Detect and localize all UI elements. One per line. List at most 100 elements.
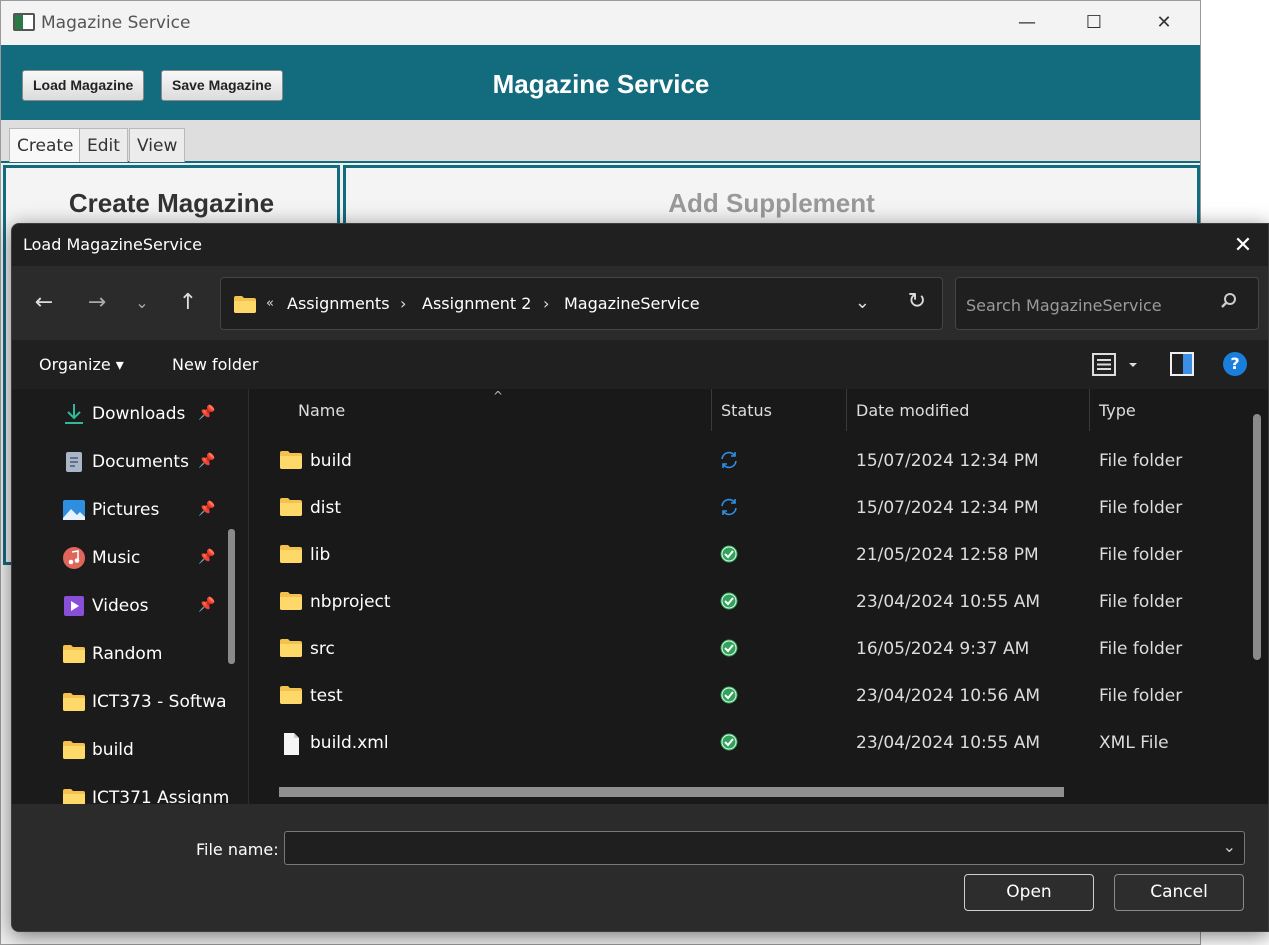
close-icon[interactable]: ✕ <box>1141 9 1187 37</box>
breadcrumb-separator-icon: › <box>400 294 407 313</box>
file-date-modified: 23/04/2024 10:55 AM <box>856 592 1041 612</box>
folder-icon <box>63 789 85 804</box>
file-name: build <box>310 451 352 471</box>
tab-edit[interactable]: Edit <box>79 128 128 162</box>
file-row[interactable]: nbproject 23/04/2024 10:55 AM File folder <box>249 580 1249 627</box>
videos-icon <box>64 596 84 616</box>
column-header-date[interactable]: Date modified <box>856 401 969 420</box>
pin-icon[interactable]: 📌 <box>198 597 215 613</box>
folder-icon <box>234 296 256 313</box>
file-type: File folder <box>1099 639 1183 659</box>
column-divider[interactable] <box>846 389 847 431</box>
file-type: XML File <box>1099 733 1169 753</box>
pin-icon[interactable]: 📌 <box>198 501 215 517</box>
column-header-name[interactable]: Name <box>298 401 345 420</box>
file-name-dropdown-chevron-icon[interactable]: ⌄ <box>1223 837 1236 856</box>
synced-check-icon <box>719 638 739 662</box>
folder-icon <box>63 645 85 663</box>
app-window-title: Magazine Service <box>41 13 191 33</box>
cancel-button[interactable]: Cancel <box>1114 874 1244 911</box>
breadcrumb-separator-icon: › <box>543 294 550 313</box>
navigation-pane: Downloads 📌 Documents 📌 Pictures 📌 Music… <box>12 389 248 804</box>
file-row[interactable]: test 23/04/2024 10:56 AM File folder <box>249 674 1249 721</box>
pin-icon[interactable]: 📌 <box>198 453 215 469</box>
file-name: src <box>310 639 335 659</box>
file-name-input[interactable] <box>291 838 1191 858</box>
file-date-modified: 23/04/2024 10:56 AM <box>856 686 1041 706</box>
column-divider[interactable] <box>711 389 712 431</box>
address-dropdown-chevron-icon[interactable]: ⌄ <box>855 292 870 313</box>
synced-check-icon <box>719 591 739 615</box>
file-row[interactable]: build.xml 23/04/2024 10:55 AM XML File <box>249 721 1249 768</box>
address-bar[interactable]: « Assignments › Assignment 2 › MagazineS… <box>220 277 943 330</box>
breadcrumb-magazineservice[interactable]: MagazineService <box>564 294 700 313</box>
create-magazine-title: Create Magazine <box>68 188 275 218</box>
maximize-icon[interactable]: ☐ <box>1071 9 1117 37</box>
folder-icon <box>279 497 303 521</box>
file-name: build.xml <box>310 733 389 753</box>
tab-view[interactable]: View <box>129 128 186 162</box>
preview-pane-icon[interactable] <box>1170 352 1194 376</box>
download-icon <box>65 404 83 424</box>
file-type: File folder <box>1099 498 1183 518</box>
nav-item-label: Downloads <box>92 404 186 424</box>
folder-icon <box>279 450 303 474</box>
nav-item-label: ICT373 - Softwa <box>92 692 227 712</box>
search-input[interactable] <box>966 294 1206 316</box>
file-row[interactable]: lib 21/05/2024 12:58 PM File folder <box>249 533 1249 580</box>
folder-icon <box>279 685 303 709</box>
file-name: test <box>310 686 343 706</box>
pin-icon[interactable]: 📌 <box>198 549 215 565</box>
nav-item-label: build <box>92 740 134 760</box>
column-header-status[interactable]: Status <box>721 401 772 420</box>
minimize-icon[interactable]: — <box>1004 9 1050 37</box>
add-supplement-title: Add Supplement <box>668 188 875 218</box>
file-row[interactable]: src 16/05/2024 9:37 AM File folder <box>249 627 1249 674</box>
nav-item-label: Pictures <box>92 500 160 520</box>
breadcrumb-assignment-2[interactable]: Assignment 2 <box>422 294 531 313</box>
column-header-type[interactable]: Type <box>1099 401 1136 420</box>
load-file-dialog: Load MagazineService ✕ ← → ⌄ ↑ « Assignm… <box>11 223 1269 932</box>
refresh-icon[interactable]: ↻ <box>908 289 926 314</box>
file-name-combobox[interactable]: ⌄ <box>284 831 1245 865</box>
recent-locations-chevron-icon[interactable]: ⌄ <box>127 288 157 318</box>
view-options-icon[interactable] <box>1092 352 1142 382</box>
folder-icon <box>63 741 85 759</box>
nav-pane-scrollbar[interactable] <box>228 529 235 664</box>
file-type: File folder <box>1099 686 1183 706</box>
nav-item-label: ICT371 Assignm <box>92 788 230 804</box>
nav-item-label: Videos <box>92 596 149 616</box>
back-arrow-icon[interactable]: ← <box>29 288 59 318</box>
file-row[interactable]: dist 15/07/2024 12:34 PM File folder <box>249 486 1249 533</box>
sort-ascending-icon: ^ <box>493 389 504 403</box>
pin-icon[interactable]: 📌 <box>198 405 215 421</box>
breadcrumb-overflow[interactable]: « <box>266 296 274 311</box>
file-name: dist <box>310 498 342 518</box>
tab-bar: Create Edit View <box>1 120 1200 163</box>
app-icon <box>13 13 35 31</box>
file-list-horizontal-scrollbar[interactable] <box>279 787 1064 797</box>
help-icon[interactable]: ? <box>1223 352 1247 376</box>
breadcrumb-assignments[interactable]: Assignments <box>287 294 390 313</box>
folder-icon <box>279 544 303 568</box>
new-folder-button[interactable]: New folder <box>172 355 258 374</box>
open-button[interactable]: Open <box>964 874 1094 911</box>
nav-item-label: Random <box>92 644 163 664</box>
dialog-footer: File name: ⌄ Open Cancel <box>12 804 1268 931</box>
file-row[interactable]: build 15/07/2024 12:34 PM File folder <box>249 439 1249 486</box>
file-list-vertical-scrollbar[interactable] <box>1253 414 1261 660</box>
app-titlebar: Magazine Service — ☐ ✕ <box>1 1 1200 45</box>
up-arrow-icon[interactable]: ↑ <box>173 288 203 318</box>
organize-menu[interactable]: Organize ▾ <box>39 355 124 374</box>
synced-check-icon <box>719 732 739 756</box>
folder-icon <box>279 638 303 662</box>
folder-icon <box>279 591 303 615</box>
search-box[interactable] <box>955 277 1259 330</box>
column-divider[interactable] <box>1089 389 1090 431</box>
tab-create[interactable]: Create <box>9 128 82 162</box>
forward-arrow-icon[interactable]: → <box>82 288 112 318</box>
file-date-modified: 23/04/2024 10:55 AM <box>856 733 1041 753</box>
app-header: Load Magazine Save Magazine Magazine Ser… <box>1 45 1200 120</box>
dialog-close-icon[interactable]: ✕ <box>1228 231 1258 261</box>
dialog-title: Load MagazineService <box>23 235 202 254</box>
